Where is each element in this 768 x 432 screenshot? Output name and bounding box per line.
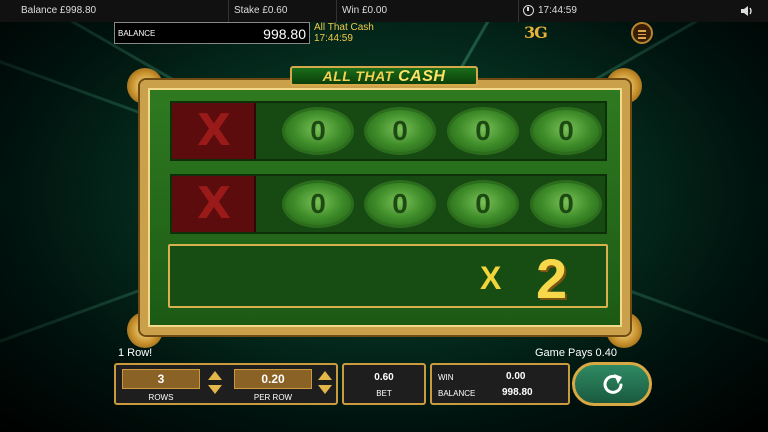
game-name-block: All That Cash 17:44:59 bbox=[314, 22, 374, 44]
balance-label: BALANCE bbox=[118, 29, 156, 38]
x-marker: X bbox=[197, 105, 231, 156]
game-pays-message: Game Pays 0.40 bbox=[535, 347, 617, 359]
bet-label: BET bbox=[376, 389, 392, 398]
x-marker: X bbox=[197, 178, 231, 229]
row-win-message: 1 Row! bbox=[118, 347, 153, 359]
row-marker-cell: X bbox=[172, 176, 256, 232]
rows-stepper[interactable] bbox=[208, 371, 222, 401]
hamburger-menu-icon bbox=[638, 30, 646, 32]
symbol-cell[interactable]: 0 bbox=[530, 180, 602, 228]
arrow-down-icon[interactable] bbox=[318, 385, 332, 394]
symbol-cell[interactable]: 0 bbox=[364, 180, 436, 228]
stake-panel: 3 ROWS 0.20 PER ROW bbox=[114, 363, 338, 405]
balance-value-bottom: 998.80 bbox=[502, 387, 533, 398]
status-bar: Balance £998.80 Stake £0.60 Win £0.00 17… bbox=[0, 0, 768, 22]
multiplier-row: X 2 bbox=[168, 244, 608, 310]
game-time: 17:44:59 bbox=[314, 33, 353, 44]
status-time: 17:44:59 bbox=[538, 5, 577, 16]
refresh-arrow-icon bbox=[603, 374, 623, 394]
info-bar: BALANCE 998.80 All That Cash 17:44:59 3G bbox=[114, 22, 654, 44]
symbol-cell[interactable]: 0 bbox=[282, 107, 354, 155]
balance-box: BALANCE 998.80 bbox=[114, 22, 310, 44]
symbol-cell[interactable]: 0 bbox=[447, 180, 519, 228]
balance-label-bottom: BALANCE bbox=[438, 389, 476, 398]
menu-button[interactable] bbox=[631, 22, 653, 44]
status-win: Win £0.00 bbox=[342, 5, 388, 16]
win-balance-panel: WIN 0.00 BALANCE 998.80 bbox=[430, 363, 570, 405]
per-row-value: 0.20 bbox=[234, 369, 312, 389]
symbol-cell[interactable]: 0 bbox=[447, 107, 519, 155]
game-row-2: X 0 0 0 0 bbox=[170, 174, 607, 234]
status-balance: Balance £998.80 bbox=[21, 5, 97, 16]
symbol-cell[interactable]: 0 bbox=[282, 180, 354, 228]
multiplier-value: 2 bbox=[536, 247, 568, 310]
game-row-1: X 0 0 0 0 bbox=[170, 101, 607, 161]
status-stake: Stake £0.60 bbox=[234, 5, 288, 16]
multiplier-x-symbol: X bbox=[480, 260, 502, 296]
rows-value: 3 bbox=[122, 369, 200, 389]
per-row-stepper[interactable] bbox=[318, 371, 332, 401]
arrow-up-icon[interactable] bbox=[318, 371, 332, 380]
speaker-icon[interactable] bbox=[740, 5, 754, 17]
arrow-up-icon[interactable] bbox=[208, 371, 222, 380]
balance-value: 998.80 bbox=[263, 26, 306, 42]
game-title-banner: ALL THAT CASH bbox=[290, 66, 478, 86]
bet-value: 0.60 bbox=[374, 372, 394, 383]
clock-icon bbox=[523, 5, 534, 16]
bet-panel: 0.60 BET bbox=[342, 363, 426, 405]
row-marker-cell: X bbox=[172, 103, 256, 159]
win-value: 0.00 bbox=[506, 371, 526, 382]
win-label: WIN bbox=[438, 373, 454, 382]
provider-logo: 3G bbox=[524, 23, 548, 42]
symbol-cell[interactable]: 0 bbox=[364, 107, 436, 155]
per-row-label: PER ROW bbox=[253, 393, 293, 402]
game-name: All That Cash bbox=[314, 22, 374, 33]
arrow-down-icon[interactable] bbox=[208, 385, 222, 394]
symbol-cell[interactable]: 0 bbox=[530, 107, 602, 155]
play-button[interactable] bbox=[572, 362, 652, 406]
rows-label: ROWS bbox=[148, 393, 174, 402]
